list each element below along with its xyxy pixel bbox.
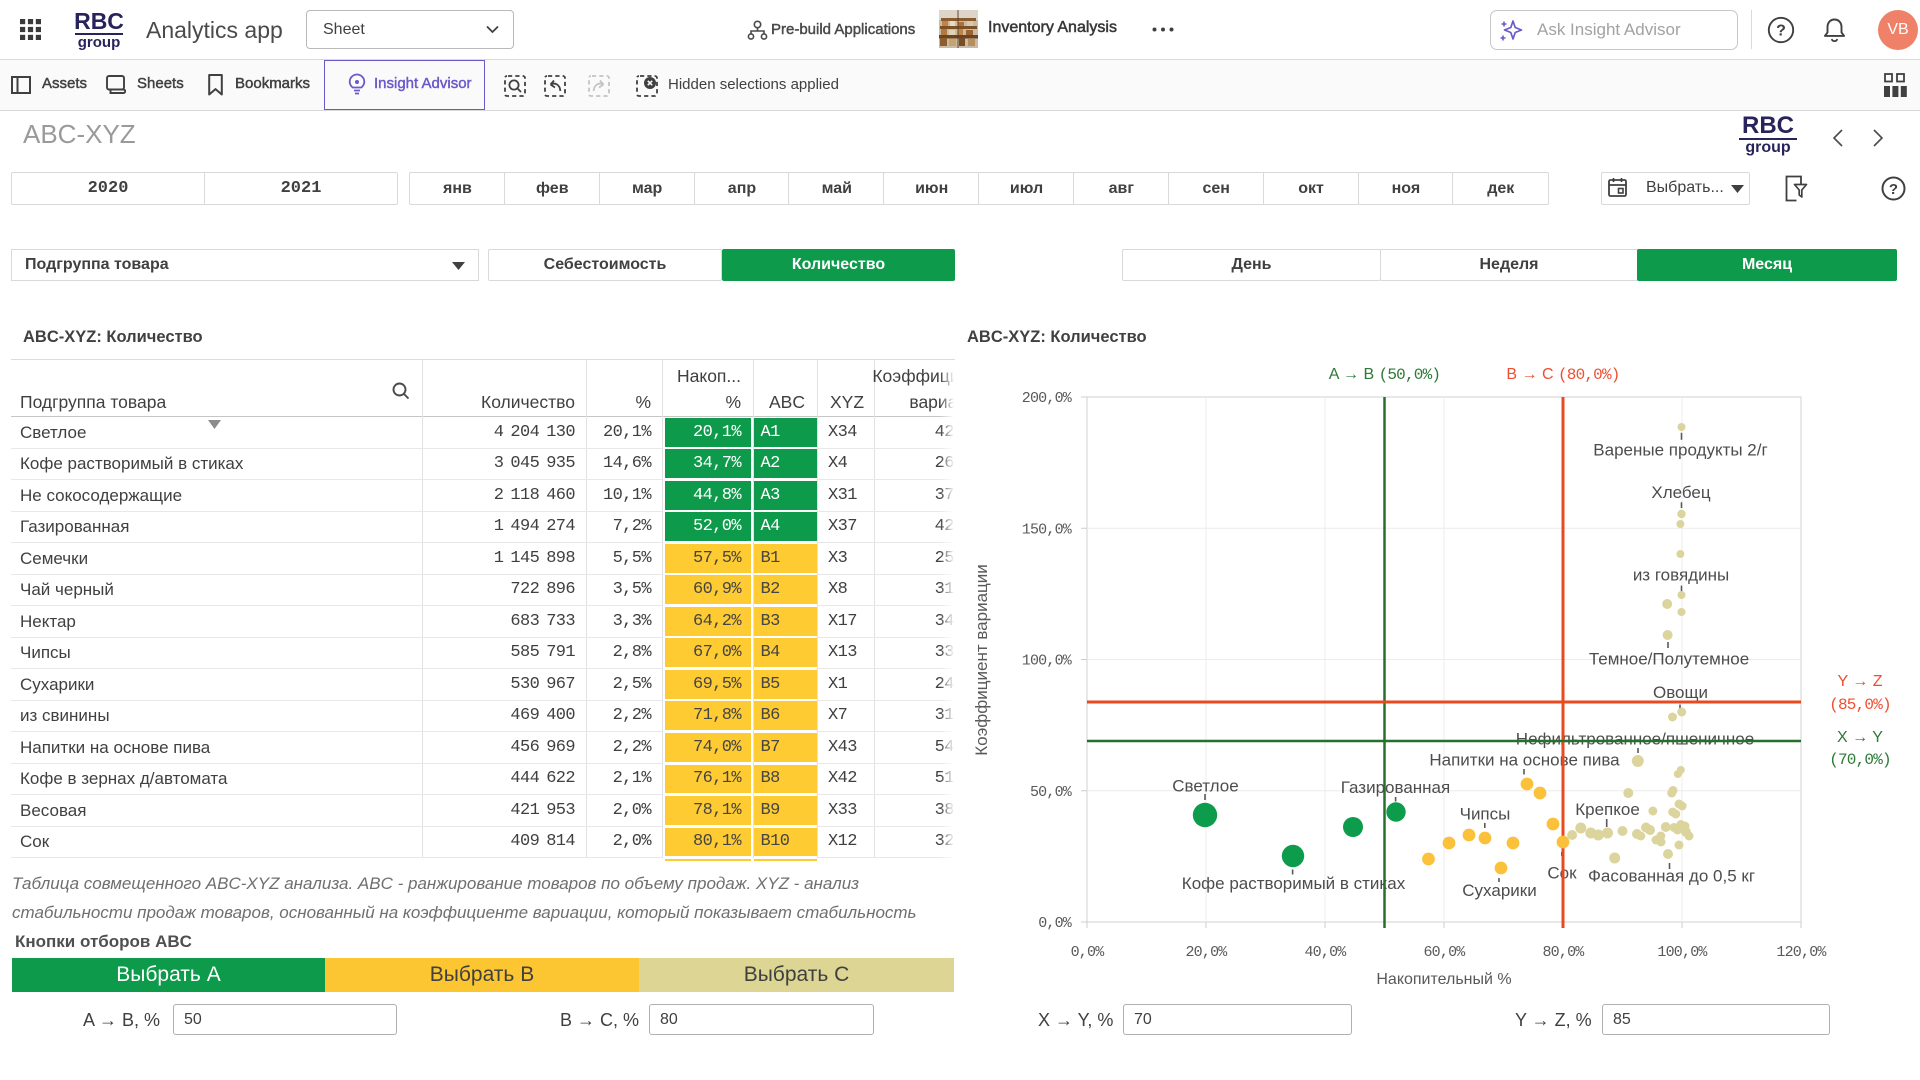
svg-text:Фасованная до 0,5 кг: Фасованная до 0,5 кг: [1588, 867, 1755, 886]
svg-text:?: ?: [1776, 23, 1786, 40]
svg-text:Хлебец: Хлебец: [1651, 483, 1711, 502]
svg-text:Кофе растворимый в стиках: Кофе растворимый в стиках: [1182, 874, 1406, 893]
svg-text:100,0%: 100,0%: [1022, 653, 1073, 670]
svg-text:Y → Z: Y → Z: [1837, 673, 1882, 690]
svg-text:200,0%: 200,0%: [1022, 390, 1073, 407]
svg-text:150,0%: 150,0%: [1022, 521, 1073, 538]
svg-text:50,0%: 50,0%: [1030, 784, 1073, 801]
svg-text:20,0%: 20,0%: [1185, 944, 1228, 961]
svg-text:120,0%: 120,0%: [1776, 944, 1827, 961]
svg-text:(85,0%): (85,0%): [1829, 696, 1891, 714]
svg-text:Напитки на основе пива: Напитки на основе пива: [1429, 751, 1620, 770]
svg-text:80,0%: 80,0%: [1542, 944, 1585, 961]
svg-text:Крепкое: Крепкое: [1575, 800, 1640, 819]
svg-text:B → C (80,0%): B → C (80,0%): [1506, 366, 1619, 384]
svg-text:0,0%: 0,0%: [1071, 944, 1106, 961]
svg-text:?: ?: [1889, 181, 1898, 198]
svg-text:Газированная: Газированная: [1341, 778, 1450, 797]
svg-text:0,0%: 0,0%: [1038, 915, 1073, 932]
svg-text:40,0%: 40,0%: [1304, 944, 1347, 961]
svg-text:Овощи: Овощи: [1653, 683, 1708, 702]
svg-text:100,0%: 100,0%: [1657, 944, 1708, 961]
svg-text:(70,0%): (70,0%): [1829, 751, 1891, 769]
svg-text:Накопительный %: Накопительный %: [1376, 971, 1511, 988]
svg-text:X → Y: X → Y: [1837, 729, 1883, 746]
svg-text:Светлое: Светлое: [1172, 777, 1238, 796]
svg-text:60,0%: 60,0%: [1423, 944, 1466, 961]
svg-text:Чипсы: Чипсы: [1460, 805, 1511, 824]
svg-text:из говядины: из говядины: [1633, 566, 1729, 585]
svg-text:Нефильтрованное/пшеничное: Нефильтрованное/пшеничное: [1516, 730, 1754, 749]
svg-text:A → B (50,0%): A → B (50,0%): [1329, 366, 1440, 384]
svg-text:Сухарики: Сухарики: [1462, 881, 1536, 900]
svg-text:Темное/Полутемное: Темное/Полутемное: [1589, 650, 1749, 669]
svg-text:Коэффициент вариации: Коэффициент вариации: [972, 564, 991, 756]
svg-text:Вареные продукты 2/г: Вареные продукты 2/г: [1593, 441, 1767, 460]
